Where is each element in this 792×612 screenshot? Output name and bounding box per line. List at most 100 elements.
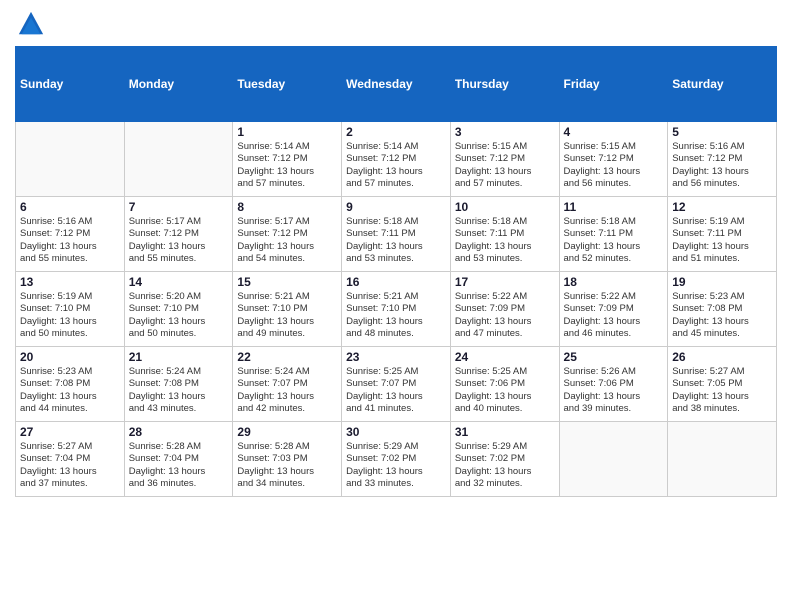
day-number: 7 xyxy=(129,200,229,214)
day-number: 28 xyxy=(129,425,229,439)
day-number: 24 xyxy=(455,350,555,364)
day-number: 12 xyxy=(672,200,772,214)
page: SundayMondayTuesdayWednesdayThursdayFrid… xyxy=(0,0,792,612)
calendar-cell: 21 Sunrise: 5:24 AM Sunset: 7:08 PM Dayli… xyxy=(124,347,233,422)
calendar-cell: 16Sunrise: 5:21 AM Sunset: 7:10 PM Dayli… xyxy=(342,272,451,347)
calendar-cell: 18 Sunrise: 5:22 AM Sunset: 7:09 PM Dayli… xyxy=(559,272,668,347)
weekday-header-wednesday: Wednesday xyxy=(342,47,451,122)
logo-area xyxy=(15,10,45,38)
calendar-cell: 11 Sunrise: 5:18 AM Sunset: 7:11 PM Dayli… xyxy=(559,197,668,272)
day-info: Sunrise: 5:29 AM Sunset: 7:02 PM Dayligh… xyxy=(346,441,446,490)
day-number: 30 xyxy=(346,425,446,439)
day-info: Sunrise: 5:22 AM Sunset: 7:09 PM Dayligh… xyxy=(564,291,664,340)
day-info: Sunrise: 5:27 AM Sunset: 7:05 PM Dayligh… xyxy=(672,366,772,415)
day-number: 23 xyxy=(346,350,446,364)
day-number: 3 xyxy=(455,125,555,139)
day-number: 18 xyxy=(564,275,664,289)
day-info: Sunrise: 5:16 AM Sunset: 7:12 PM Dayligh… xyxy=(672,141,772,190)
calendar-cell: 14 Sunrise: 5:20 AM Sunset: 7:10 PM Dayli… xyxy=(124,272,233,347)
calendar-cell: 27 Sunrise: 5:27 AM Sunset: 7:04 PM Dayli… xyxy=(16,422,125,497)
calendar-cell: 4 Sunrise: 5:15 AM Sunset: 7:12 PM Daylig… xyxy=(559,122,668,197)
day-number: 14 xyxy=(129,275,229,289)
day-number: 22 xyxy=(237,350,337,364)
day-info: Sunrise: 5:23 AM Sunset: 7:08 PM Dayligh… xyxy=(20,366,120,415)
day-number: 20 xyxy=(20,350,120,364)
calendar-cell: 13Sunrise: 5:19 AM Sunset: 7:10 PM Dayli… xyxy=(16,272,125,347)
day-number: 9 xyxy=(346,200,446,214)
calendar-cell: 23Sunrise: 5:25 AM Sunset: 7:07 PM Dayli… xyxy=(342,347,451,422)
calendar-week-4: 20 Sunrise: 5:23 AM Sunset: 7:08 PM Dayli… xyxy=(16,347,777,422)
calendar-cell: 9Sunrise: 5:18 AM Sunset: 7:11 PM Daylig… xyxy=(342,197,451,272)
day-info: Sunrise: 5:23 AM Sunset: 7:08 PM Dayligh… xyxy=(672,291,772,340)
calendar-cell: 8 Sunrise: 5:17 AM Sunset: 7:12 PM Daylig… xyxy=(233,197,342,272)
day-number: 11 xyxy=(564,200,664,214)
day-info: Sunrise: 5:17 AM Sunset: 7:12 PM Dayligh… xyxy=(237,216,337,265)
day-info: Sunrise: 5:25 AM Sunset: 7:06 PM Dayligh… xyxy=(455,366,555,415)
day-info: Sunrise: 5:17 AM Sunset: 7:12 PM Dayligh… xyxy=(129,216,229,265)
day-number: 17 xyxy=(455,275,555,289)
calendar-cell: 20 Sunrise: 5:23 AM Sunset: 7:08 PM Dayli… xyxy=(16,347,125,422)
weekday-header-saturday: Saturday xyxy=(668,47,777,122)
calendar-cell xyxy=(559,422,668,497)
day-number: 1 xyxy=(237,125,337,139)
day-info: Sunrise: 5:18 AM Sunset: 7:11 PM Dayligh… xyxy=(564,216,664,265)
weekday-header-monday: Monday xyxy=(124,47,233,122)
calendar-cell: 25 Sunrise: 5:26 AM Sunset: 7:06 PM Dayli… xyxy=(559,347,668,422)
weekday-header-friday: Friday xyxy=(559,47,668,122)
day-info: Sunrise: 5:22 AM Sunset: 7:09 PM Dayligh… xyxy=(455,291,555,340)
day-number: 10 xyxy=(455,200,555,214)
calendar-week-1: 1 Sunrise: 5:14 AM Sunset: 7:12 PM Daylig… xyxy=(16,122,777,197)
calendar-cell: 12Sunrise: 5:19 AM Sunset: 7:11 PM Dayli… xyxy=(668,197,777,272)
calendar-cell: 6Sunrise: 5:16 AM Sunset: 7:12 PM Daylig… xyxy=(16,197,125,272)
calendar-week-5: 27 Sunrise: 5:27 AM Sunset: 7:04 PM Dayli… xyxy=(16,422,777,497)
day-number: 21 xyxy=(129,350,229,364)
day-info: Sunrise: 5:18 AM Sunset: 7:11 PM Dayligh… xyxy=(455,216,555,265)
day-info: Sunrise: 5:20 AM Sunset: 7:10 PM Dayligh… xyxy=(129,291,229,340)
day-number: 26 xyxy=(672,350,772,364)
calendar-header: SundayMondayTuesdayWednesdayThursdayFrid… xyxy=(16,47,777,122)
day-info: Sunrise: 5:16 AM Sunset: 7:12 PM Dayligh… xyxy=(20,216,120,265)
day-number: 31 xyxy=(455,425,555,439)
day-info: Sunrise: 5:14 AM Sunset: 7:12 PM Dayligh… xyxy=(237,141,337,190)
day-number: 2 xyxy=(346,125,446,139)
header xyxy=(15,10,777,38)
day-number: 29 xyxy=(237,425,337,439)
calendar-week-3: 13Sunrise: 5:19 AM Sunset: 7:10 PM Dayli… xyxy=(16,272,777,347)
day-info: Sunrise: 5:14 AM Sunset: 7:12 PM Dayligh… xyxy=(346,141,446,190)
day-number: 19 xyxy=(672,275,772,289)
calendar-cell: 17 Sunrise: 5:22 AM Sunset: 7:09 PM Dayli… xyxy=(450,272,559,347)
day-info: Sunrise: 5:28 AM Sunset: 7:04 PM Dayligh… xyxy=(129,441,229,490)
day-info: Sunrise: 5:24 AM Sunset: 7:08 PM Dayligh… xyxy=(129,366,229,415)
calendar-cell: 28 Sunrise: 5:28 AM Sunset: 7:04 PM Dayli… xyxy=(124,422,233,497)
calendar-cell: 26 Sunrise: 5:27 AM Sunset: 7:05 PM Dayli… xyxy=(668,347,777,422)
day-number: 13 xyxy=(20,275,120,289)
day-number: 25 xyxy=(564,350,664,364)
calendar-cell: 2 Sunrise: 5:14 AM Sunset: 7:12 PM Daylig… xyxy=(342,122,451,197)
calendar-cell: 3 Sunrise: 5:15 AM Sunset: 7:12 PM Daylig… xyxy=(450,122,559,197)
day-info: Sunrise: 5:26 AM Sunset: 7:06 PM Dayligh… xyxy=(564,366,664,415)
calendar-cell: 30 Sunrise: 5:29 AM Sunset: 7:02 PM Dayli… xyxy=(342,422,451,497)
day-number: 15 xyxy=(237,275,337,289)
calendar-cell: 10 Sunrise: 5:18 AM Sunset: 7:11 PM Dayli… xyxy=(450,197,559,272)
day-info: Sunrise: 5:15 AM Sunset: 7:12 PM Dayligh… xyxy=(455,141,555,190)
day-number: 27 xyxy=(20,425,120,439)
calendar-cell: 22 Sunrise: 5:24 AM Sunset: 7:07 PM Dayli… xyxy=(233,347,342,422)
day-number: 8 xyxy=(237,200,337,214)
weekday-header-row: SundayMondayTuesdayWednesdayThursdayFrid… xyxy=(16,47,777,122)
day-info: Sunrise: 5:28 AM Sunset: 7:03 PM Dayligh… xyxy=(237,441,337,490)
calendar-cell xyxy=(668,422,777,497)
calendar-body: 1 Sunrise: 5:14 AM Sunset: 7:12 PM Daylig… xyxy=(16,122,777,497)
day-info: Sunrise: 5:21 AM Sunset: 7:10 PM Dayligh… xyxy=(237,291,337,340)
day-number: 4 xyxy=(564,125,664,139)
day-info: Sunrise: 5:27 AM Sunset: 7:04 PM Dayligh… xyxy=(20,441,120,490)
day-info: Sunrise: 5:21 AM Sunset: 7:10 PM Dayligh… xyxy=(346,291,446,340)
day-info: Sunrise: 5:15 AM Sunset: 7:12 PM Dayligh… xyxy=(564,141,664,190)
calendar-cell xyxy=(124,122,233,197)
calendar-cell: 19 Sunrise: 5:23 AM Sunset: 7:08 PM Dayli… xyxy=(668,272,777,347)
day-info: Sunrise: 5:24 AM Sunset: 7:07 PM Dayligh… xyxy=(237,366,337,415)
weekday-header-sunday: Sunday xyxy=(16,47,125,122)
logo-icon xyxy=(17,10,45,38)
calendar-cell: 31Sunrise: 5:29 AM Sunset: 7:02 PM Dayli… xyxy=(450,422,559,497)
calendar-cell: 1 Sunrise: 5:14 AM Sunset: 7:12 PM Daylig… xyxy=(233,122,342,197)
calendar-cell: 7 Sunrise: 5:17 AM Sunset: 7:12 PM Daylig… xyxy=(124,197,233,272)
